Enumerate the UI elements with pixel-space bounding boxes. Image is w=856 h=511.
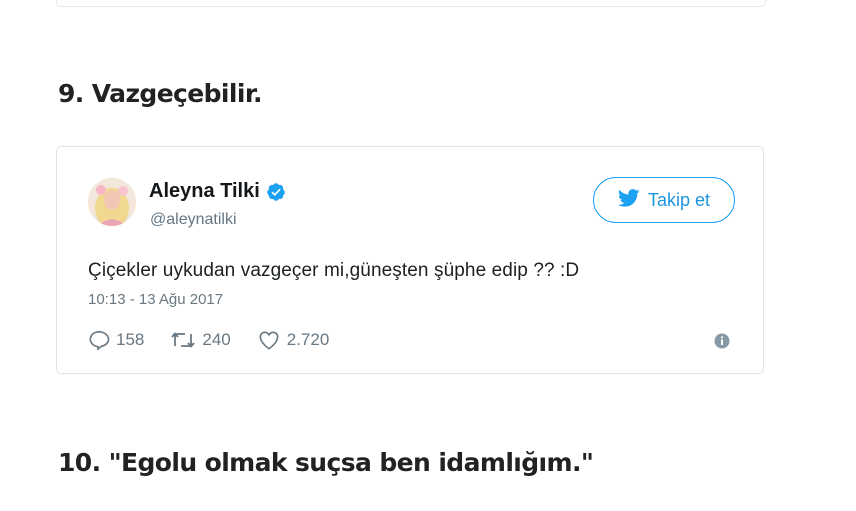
retweet-action[interactable]: 240 [170, 330, 231, 350]
retweet-icon [170, 330, 196, 350]
section-heading-10: 10. "Egolu olmak suçsa ben idamlığım." [58, 448, 594, 477]
like-count: 2.720 [286, 330, 330, 349]
info-icon[interactable] [713, 332, 731, 350]
twitter-bird-icon [617, 188, 640, 212]
like-action[interactable]: 2.720 [257, 330, 330, 350]
embedded-tweet: Aleyna Tilki @aleynatilki Takip et Çiçek… [56, 146, 764, 374]
reply-action[interactable]: 158 [88, 330, 144, 350]
reply-icon [88, 330, 110, 350]
follow-button[interactable]: Takip et [593, 177, 735, 223]
reply-count: 158 [116, 330, 145, 349]
tweet-timestamp[interactable]: 10:13 - 13 Ağu 2017 [88, 291, 223, 308]
author-handle[interactable]: @aleynatilki [150, 211, 237, 229]
avatar[interactable] [88, 178, 136, 226]
verified-badge-icon [266, 182, 286, 202]
author-name[interactable]: Aleyna Tilki [149, 180, 286, 203]
previous-embed-card-bottom [56, 0, 766, 7]
tweet-text: Çiçekler uykudan vazgeçer mi,güneşten şü… [88, 260, 580, 281]
section-heading-9: 9. Vazgeçebilir. [58, 79, 262, 108]
follow-button-label: Takip et [647, 189, 711, 210]
heart-icon [257, 330, 281, 350]
author-name-text[interactable]: Aleyna Tilki [149, 180, 260, 203]
tweet-actions: 158 240 2.720 [88, 330, 355, 350]
retweet-count: 240 [202, 330, 231, 349]
